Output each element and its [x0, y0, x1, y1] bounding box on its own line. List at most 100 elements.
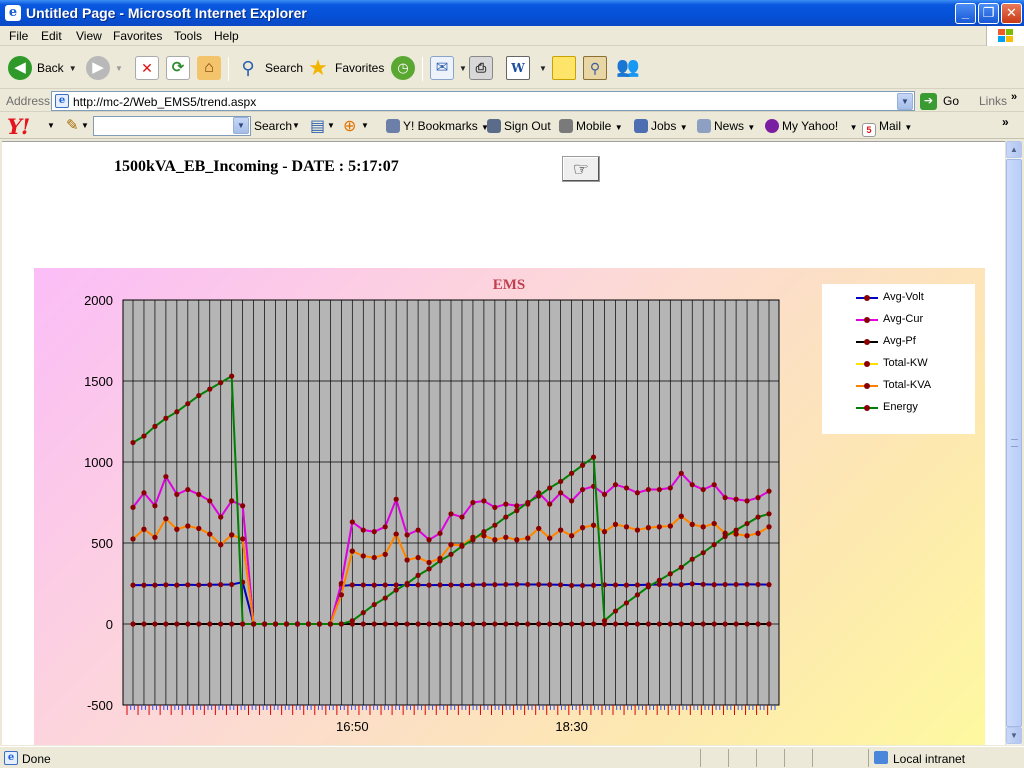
sign-out-button[interactable]: Sign Out	[487, 119, 551, 133]
highlight-pen-icon[interactable]: ✎	[66, 116, 79, 134]
links-label[interactable]: Links	[979, 94, 1007, 108]
data-point-avg-pf	[579, 621, 586, 627]
plot-area: -500 0 500 1000 1500 2000 16:50 18:30	[84, 293, 780, 734]
menu-file[interactable]: File	[9, 29, 28, 43]
scroll-thumb[interactable]	[1006, 159, 1022, 727]
menu-help[interactable]: Help	[214, 29, 239, 43]
close-button[interactable]: ✕	[1001, 3, 1022, 24]
research-button[interactable]: ⚲	[583, 55, 607, 81]
mail-dropdown-icon[interactable]: ▼	[459, 64, 467, 73]
legend-item-avg-cur: Avg-Cur	[856, 312, 971, 328]
data-point-avg-pf	[547, 621, 553, 627]
data-point-energy	[744, 520, 750, 527]
data-point-avg-cur	[229, 498, 235, 504]
layout-icon[interactable]: ▤	[310, 116, 325, 136]
discuss-button[interactable]	[552, 55, 576, 81]
yahoo-search-input[interactable]: ▼	[93, 116, 251, 136]
data-point-avg-pf	[733, 621, 739, 627]
data-point-avg-volt	[218, 582, 224, 588]
anti-spy-icon[interactable]: ⊕	[343, 116, 356, 136]
edit-dropdown-icon[interactable]: ▼	[539, 64, 547, 73]
jobs-icon	[634, 119, 648, 133]
data-point-avg-volt	[536, 581, 542, 588]
go-button[interactable]: ➔ Go	[920, 92, 959, 110]
print-button[interactable]: ⎙	[469, 55, 493, 81]
data-point-total-kva	[492, 537, 498, 543]
favorites-button[interactable]: ★ Favorites	[306, 55, 384, 81]
legend-label: Avg-Pf	[883, 335, 916, 347]
yahoo-more-chevron-icon[interactable]: »	[1002, 115, 1009, 129]
data-point-energy	[448, 551, 454, 557]
yahoo-logo[interactable]: Y!	[7, 114, 30, 139]
address-input[interactable]: e http://mc-2/Web_EMS5/trend.aspx ▼	[51, 91, 915, 111]
data-point-avg-cur	[404, 532, 410, 538]
mobile-button[interactable]: Mobile ▼	[559, 119, 623, 133]
mail-button-yahoo[interactable]: 5 Mail ▼	[862, 119, 912, 137]
scroll-down-button[interactable]: ▼	[1006, 727, 1022, 744]
data-point-energy	[185, 401, 191, 407]
refresh-button[interactable]: ⟳	[166, 55, 190, 81]
data-point-total-kva	[678, 513, 684, 519]
forward-dropdown-icon[interactable]: ▼	[115, 64, 123, 73]
back-dropdown-icon[interactable]: ▼	[69, 64, 77, 73]
address-url[interactable]: http://mc-2/Web_EMS5/trend.aspx	[73, 95, 256, 109]
minimize-button[interactable]: _	[955, 3, 976, 24]
menu-favorites[interactable]: Favorites	[113, 29, 162, 43]
data-point-total-kva	[579, 525, 586, 531]
data-point-energy	[229, 373, 235, 379]
data-point-avg-cur	[426, 537, 432, 543]
anti-spy-dropdown-icon[interactable]: ▼	[361, 121, 369, 130]
data-point-energy	[130, 439, 136, 446]
data-point-avg-volt	[229, 581, 235, 588]
address-dropdown-icon[interactable]: ▼	[897, 93, 913, 110]
history-button[interactable]: ◷	[391, 55, 415, 81]
data-point-energy	[349, 618, 355, 624]
pen-dropdown-icon[interactable]: ▼	[81, 121, 89, 130]
data-point-avg-cur	[744, 498, 750, 504]
menu-view[interactable]: View	[76, 29, 102, 43]
data-point-avg-pf	[459, 621, 465, 627]
data-point-avg-cur	[700, 486, 706, 493]
data-point-total-kva	[547, 535, 553, 541]
maximize-button[interactable]: ❐	[978, 3, 999, 24]
pointer-hand-button[interactable]: ☞	[562, 156, 600, 182]
data-point-energy	[415, 572, 421, 578]
word-edit-icon: W	[506, 56, 530, 80]
menu-edit[interactable]: Edit	[41, 29, 62, 43]
menu-tools[interactable]: Tools	[174, 29, 202, 43]
news-button[interactable]: News ▼	[697, 119, 755, 133]
my-yahoo-button[interactable]: My Yahoo! ▼	[765, 119, 858, 133]
mail-button[interactable]: ✉ ▼	[430, 55, 467, 81]
refresh-icon: ⟳	[166, 56, 190, 80]
jobs-button[interactable]: Jobs ▼	[634, 119, 688, 133]
back-button[interactable]: ◀ Back ▼	[8, 55, 77, 81]
yahoo-search-button[interactable]: Search	[254, 119, 292, 133]
mobile-label: Mobile	[576, 119, 612, 133]
data-point-avg-pf	[492, 621, 498, 627]
chart-title: EMS	[493, 277, 526, 293]
search-dropdown-icon[interactable]: ▼	[292, 121, 300, 130]
data-point-avg-volt	[755, 581, 761, 588]
yahoo-search-dropdown-icon[interactable]: ▼	[233, 117, 249, 134]
my-yahoo-icon	[765, 119, 779, 133]
search-button[interactable]: ⚲ Search	[236, 55, 303, 81]
forward-button[interactable]: ▶ ▼	[86, 55, 123, 81]
edit-button[interactable]: W ▼	[506, 55, 547, 81]
data-point-energy	[371, 601, 377, 608]
legend-label: Avg-Volt	[883, 291, 924, 303]
messenger-button[interactable]: 👥	[616, 55, 640, 81]
data-point-total-kva	[667, 523, 673, 529]
bookmarks-button[interactable]: Y! Bookmarks ▼	[386, 119, 489, 133]
stop-button[interactable]: ✕	[135, 55, 159, 81]
data-point-total-kva	[426, 559, 432, 566]
links-chevron-icon[interactable]: »	[1011, 91, 1017, 103]
vertical-scrollbar[interactable]: ▲ ▼	[1005, 141, 1022, 745]
local-intranet-icon	[874, 751, 888, 764]
data-point-avg-cur	[459, 514, 465, 520]
layout-dropdown-icon[interactable]: ▼	[327, 121, 335, 130]
sign-out-label: Sign Out	[504, 119, 551, 133]
scroll-up-button[interactable]: ▲	[1006, 141, 1022, 158]
home-button[interactable]: ⌂	[197, 55, 221, 81]
data-point-total-kva	[525, 535, 531, 541]
yahoo-menu-dropdown-icon[interactable]: ▼	[47, 121, 55, 130]
